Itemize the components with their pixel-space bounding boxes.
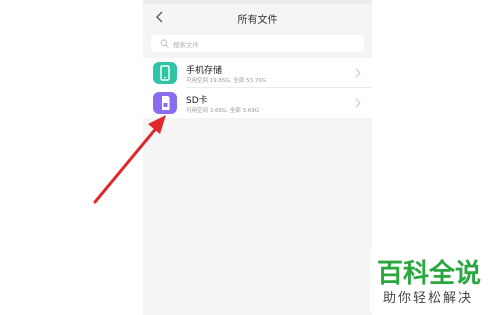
storage-name: 手机存储 bbox=[186, 66, 223, 76]
storage-detail: 可用空间 3.66G, 全部 3.69G bbox=[186, 108, 260, 114]
storage-detail: 可用空间 19.85G, 全部 53.70G bbox=[186, 78, 267, 84]
search-placeholder: 搜索文件 bbox=[173, 41, 199, 49]
watermark: 百科全说 助你轻松解决 bbox=[370, 250, 490, 312]
phone-screen: 所有文件 搜索文件 手机存储 可用空间 19.85G, 全部 53.70G SD… bbox=[143, 0, 372, 315]
chevron-right-icon bbox=[355, 68, 361, 78]
watermark-title: 百科全说 bbox=[377, 259, 482, 289]
watermark-subtitle: 助你轻松解决 bbox=[383, 291, 474, 306]
chevron-right-icon bbox=[355, 98, 361, 108]
sd-card-icon bbox=[153, 92, 177, 114]
search-input[interactable]: 搜索文件 bbox=[151, 35, 364, 52]
page-title: 所有文件 bbox=[237, 15, 278, 26]
phone-icon bbox=[153, 62, 177, 84]
storage-name: SD卡 bbox=[186, 96, 208, 106]
list-item-sd-card[interactable]: SD卡 可用空间 3.66G, 全部 3.69G bbox=[143, 88, 372, 118]
storage-list: 手机存储 可用空间 19.85G, 全部 53.70G SD卡 可用空间 3.6… bbox=[143, 58, 372, 118]
title-bar: 所有文件 bbox=[143, 4, 372, 32]
list-item-phone-storage[interactable]: 手机存储 可用空间 19.85G, 全部 53.70G bbox=[143, 58, 372, 88]
search-icon bbox=[160, 39, 169, 48]
